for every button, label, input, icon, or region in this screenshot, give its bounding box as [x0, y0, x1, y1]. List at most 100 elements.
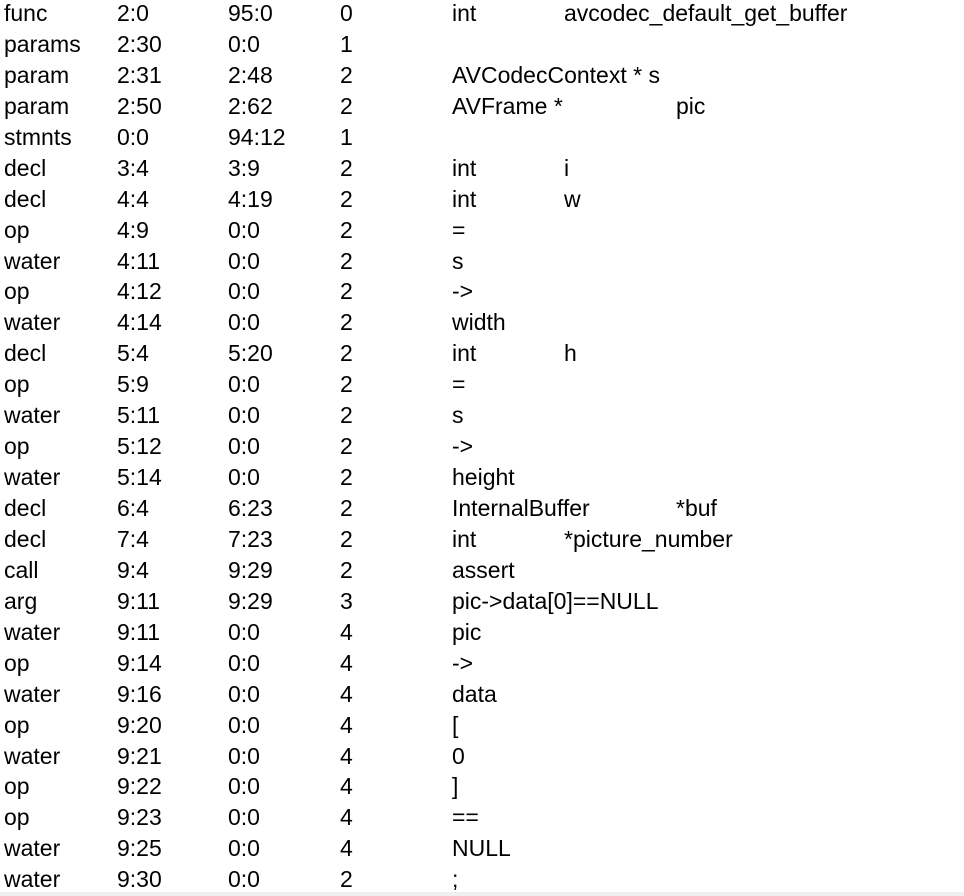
node-kind: water	[4, 742, 61, 769]
end-position: 0:0	[228, 742, 260, 769]
table-row: water 5:11 0:0 2 s	[0, 400, 964, 431]
start-position: 9:14	[117, 649, 162, 676]
start-position: 9:25	[117, 835, 162, 862]
node-text: ->	[452, 433, 474, 460]
depth: 2	[340, 371, 353, 398]
end-position: 5:20	[228, 340, 273, 367]
start-position: 2:30	[117, 30, 162, 57]
node-text: data	[452, 680, 497, 707]
table-row: op 9:23 0:0 4 ==	[0, 802, 964, 833]
table-row: call 9:4 9:29 2 assert	[0, 555, 964, 586]
depth: 2	[340, 464, 353, 491]
depth: 2	[340, 340, 353, 367]
depth: 0	[340, 0, 353, 26]
start-position: 0:0	[117, 123, 149, 150]
table-row: op 4:9 0:0 2 =	[0, 215, 964, 246]
end-position: 0:0	[228, 30, 260, 57]
node-kind: decl	[4, 340, 47, 367]
start-position: 5:14	[117, 464, 162, 491]
node-kind: decl	[4, 185, 47, 212]
end-position: 95:0	[228, 0, 273, 26]
depth: 2	[340, 433, 353, 460]
node-kind: op	[4, 804, 30, 831]
node-kind: op	[4, 216, 30, 243]
start-position: 2:0	[117, 0, 149, 26]
depth: 4	[340, 742, 353, 769]
end-position: 0:0	[228, 835, 260, 862]
table-row: water 9:25 0:0 4 NULL	[0, 833, 964, 864]
depth: 2	[340, 216, 353, 243]
end-position: 3:9	[228, 154, 260, 181]
node-kind: op	[4, 278, 30, 305]
end-position: 7:23	[228, 525, 273, 552]
node-text: =	[452, 216, 466, 243]
node-kind: water	[4, 680, 61, 707]
start-position: 9:21	[117, 742, 162, 769]
node-kind: water	[4, 464, 61, 491]
node-text: AVFrame * pic	[452, 92, 706, 119]
node-text: ]	[452, 773, 459, 800]
table-row: water 9:30 0:0 2;	[0, 864, 964, 895]
end-position: 0:0	[228, 309, 260, 336]
depth: 2	[340, 92, 353, 119]
depth: 4	[340, 680, 353, 707]
node-kind: water	[4, 402, 61, 429]
horizontal-scrollbar[interactable]	[0, 892, 964, 896]
node-kind: params	[4, 30, 81, 57]
table-row: decl 7:4 7:23 2 int *picture_number	[0, 524, 964, 555]
end-position: 0:0	[228, 711, 260, 738]
node-text: s	[452, 402, 464, 429]
start-position: 9:4	[117, 556, 149, 583]
end-position: 4:19	[228, 185, 273, 212]
start-position: 2:50	[117, 92, 162, 119]
depth: 2	[340, 278, 353, 305]
table-row: decl 3:4 3:9 2 int i	[0, 153, 964, 184]
depth: 2	[340, 247, 353, 274]
end-position: 0:0	[228, 618, 260, 645]
end-position: 0:0	[228, 773, 260, 800]
depth: 4	[340, 649, 353, 676]
table-row: water 9:21 0:0 4 0	[0, 741, 964, 772]
end-position: 0:0	[228, 278, 260, 305]
end-position: 0:0	[228, 804, 260, 831]
start-position: 9:11	[117, 618, 161, 645]
table-row: water 4:11 0:0 2 s	[0, 246, 964, 277]
start-position: 2:31	[117, 61, 162, 88]
start-position: 5:4	[117, 340, 149, 367]
table-row: params 2:30 0:0 1	[0, 29, 964, 60]
parse-tree-listing: func 2:0 95:0 0 int avcodec_default_get_buff…	[0, 0, 964, 895]
end-position: 0:0	[228, 866, 260, 893]
table-row: decl 5:4 5:20 2 int h	[0, 338, 964, 369]
end-position: 94:12	[228, 123, 286, 150]
start-position: 4:11	[117, 247, 161, 274]
node-kind: op	[4, 371, 30, 398]
node-text: height	[452, 464, 515, 491]
table-row: op 5:12 0:0 2 ->	[0, 431, 964, 462]
end-position: 6:23	[228, 495, 273, 521]
depth: 2	[340, 309, 353, 336]
table-row: water 9:16 0:0 4 data	[0, 679, 964, 710]
node-text: ;	[452, 866, 459, 893]
node-kind: water	[4, 618, 61, 645]
node-text: NULL	[452, 835, 511, 862]
table-row: water 4:14 0:0 2 width	[0, 307, 964, 338]
start-position: 9:20	[117, 711, 162, 738]
node-kind: decl	[4, 495, 47, 521]
start-position: 4:4	[117, 185, 149, 212]
start-position: 5:11	[117, 402, 161, 429]
table-row: op 9:20 0:0 4 [	[0, 710, 964, 741]
node-kind: param	[4, 92, 70, 119]
depth: 4	[340, 618, 353, 645]
node-kind: water	[4, 866, 61, 893]
table-row: water 9:11 0:0 4 pic	[0, 617, 964, 648]
node-kind: stmnts	[4, 123, 72, 150]
table-row: stmnts 0:0 94:12 1	[0, 122, 964, 153]
start-position: 9:30	[117, 866, 162, 893]
table-row: arg 9:11 9:29 3 pic->data[0]==NULL	[0, 586, 964, 617]
table-row: func 2:0 95:0 0 int avcodec_default_get_buff…	[0, 0, 964, 29]
depth: 2	[340, 402, 353, 429]
node-text: AVCodecContext * s	[452, 61, 660, 88]
depth: 1	[340, 30, 353, 57]
node-kind: water	[4, 309, 61, 336]
table-row: op 4:12 0:0 2 ->	[0, 276, 964, 307]
